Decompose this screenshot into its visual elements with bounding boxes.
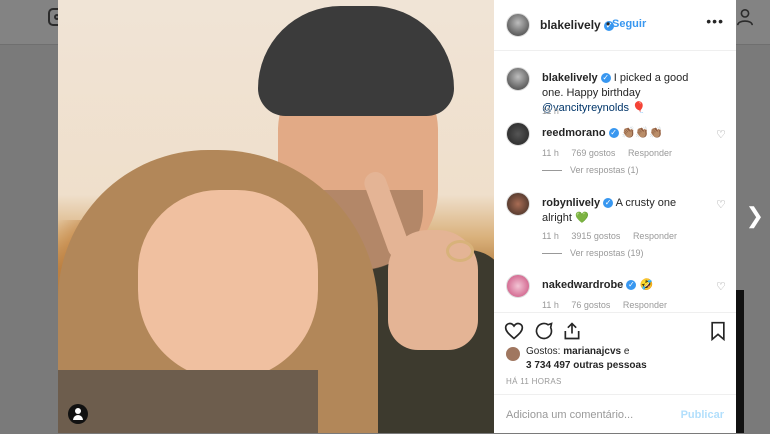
view-replies[interactable]: Ver respostas (19)	[542, 248, 644, 258]
view-replies[interactable]: Ver respostas (1)	[542, 165, 639, 175]
author-username[interactable]: blakelively ✓	[540, 18, 615, 32]
comment-text: 🤣	[639, 279, 654, 291]
author-avatar[interactable]	[506, 13, 530, 37]
likes-count[interactable]: 3 734 497 outras pessoas	[526, 360, 647, 371]
comment-username[interactable]: reedmorano	[542, 127, 606, 139]
verified-badge-icon: ✓	[600, 73, 611, 84]
more-options-icon[interactable]: •••	[706, 13, 724, 29]
like-comment-heart-icon[interactable]: ♡	[716, 200, 726, 211]
reply-button[interactable]: Responder	[628, 148, 672, 158]
like-comment-heart-icon[interactable]: ♡	[716, 282, 726, 293]
post-actions-bar	[494, 312, 736, 345]
comment-item: robynlively ✓ A crusty one alright 💚 ♡ 1…	[506, 192, 728, 262]
comment-likes[interactable]: 3915 gostos	[571, 231, 620, 241]
comment-time[interactable]: 11 h	[542, 148, 559, 158]
comment-username[interactable]: robynlively	[542, 197, 600, 209]
profile-icon[interactable]	[736, 8, 754, 26]
separator-dot: •	[606, 17, 611, 31]
comment-likes[interactable]: 76 gostos	[571, 300, 610, 310]
comment-time[interactable]: 11 h	[542, 300, 559, 310]
comment-text: 👏🏽👏🏽👏🏽	[621, 127, 663, 139]
caption-username[interactable]: blakelively	[542, 72, 598, 84]
add-comment-bar: Adiciona um comentário... Publicar	[494, 394, 736, 434]
comments-list[interactable]: blakelively ✓ I picked a good one. Happy…	[494, 51, 736, 311]
comment-item: nakedwardrobe ✓ 🤣 ♡ 11 h 76 gostos Respo…	[506, 274, 728, 311]
verified-badge-icon: ✓	[608, 128, 619, 139]
author-avatar[interactable]	[506, 67, 530, 91]
tagged-users-icon[interactable]	[68, 404, 88, 424]
publish-button[interactable]: Publicar	[681, 409, 724, 421]
comment-username[interactable]: nakedwardrobe	[542, 279, 623, 291]
post-timestamp[interactable]: HÁ 11 HORAS	[506, 377, 562, 386]
verified-badge-icon: ✓	[603, 198, 614, 209]
comment-item: reedmorano ✓ 👏🏽👏🏽👏🏽 ♡ 11 h 769 gostos Re…	[506, 122, 728, 182]
post-header: blakelively ✓ • Seguir •••	[494, 0, 736, 51]
verified-badge-icon: ✓	[626, 280, 637, 291]
reply-button[interactable]: Responder	[623, 300, 667, 310]
comment-input[interactable]: Adiciona um comentário...	[506, 409, 633, 421]
follow-button[interactable]: Seguir	[612, 18, 646, 30]
next-post-arrow-icon[interactable]: ❯	[746, 205, 764, 227]
post-photo[interactable]	[58, 0, 494, 433]
comment-time[interactable]: 11 h	[542, 231, 559, 241]
post-sidebar: blakelively ✓ • Seguir ••• blakelively ✓…	[494, 0, 736, 433]
caption: blakelively ✓ I picked a good one. Happy…	[506, 67, 728, 127]
likes-prefix: Gostos:	[526, 346, 561, 357]
balloon-emoji: 🎈	[632, 102, 646, 114]
like-comment-heart-icon[interactable]: ♡	[716, 130, 726, 141]
save-bookmark-icon[interactable]	[708, 321, 728, 341]
share-icon[interactable]	[562, 321, 582, 341]
comment-likes[interactable]: 769 gostos	[571, 148, 615, 158]
comment-bubble-icon[interactable]	[534, 321, 554, 341]
commenter-avatar[interactable]	[506, 192, 530, 216]
liker-username[interactable]: marianajcvs	[563, 346, 621, 357]
reply-button[interactable]: Responder	[633, 231, 677, 241]
like-heart-icon[interactable]	[504, 321, 524, 341]
commenter-avatar[interactable]	[506, 122, 530, 146]
caption-time[interactable]: 11 h	[542, 106, 559, 116]
commenter-avatar[interactable]	[506, 274, 530, 298]
liker-avatar[interactable]	[506, 347, 520, 361]
